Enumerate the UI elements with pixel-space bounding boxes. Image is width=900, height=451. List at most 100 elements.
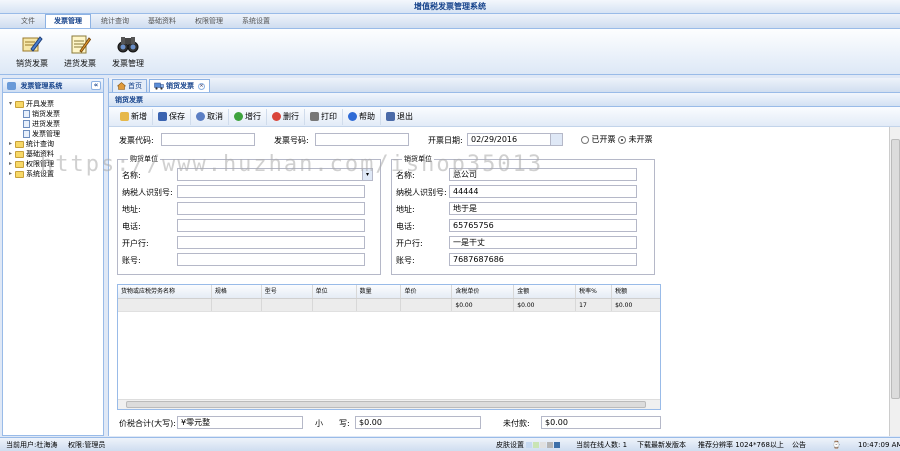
tree-node-label: 统计查询 [26, 140, 54, 148]
grid-horizontal-scrollbar[interactable] [118, 399, 660, 409]
exit-button[interactable]: 退出 [381, 109, 418, 125]
invoice-number-input[interactable] [315, 133, 409, 146]
seller-address-input[interactable] [449, 202, 637, 215]
close-tab-icon[interactable]: × [198, 82, 205, 90]
cell-amount[interactable]: $0.00 [514, 299, 577, 311]
skin-settings-label: 皮肤设置 [496, 441, 524, 449]
tab-home[interactable]: 首页 [112, 79, 147, 92]
navigation-panel: 发票管理系统 « ▾ 开具发票 销货发票 进货发票 发票管理 ▸ 统计查询 ▸ [2, 78, 104, 436]
ribbon-invoice-management-label: 发票管理 [112, 59, 144, 68]
date-value: 02/29/2016 [471, 135, 518, 144]
column-header[interactable]: 规格 [212, 285, 262, 298]
current-user: 当前用户:杜海涛 [6, 441, 58, 449]
folder-icon [15, 170, 24, 178]
cell-tax-rate[interactable]: 17 [576, 299, 613, 311]
notice-link[interactable]: 公告 [792, 438, 806, 451]
calendar-icon[interactable] [550, 134, 562, 145]
column-header[interactable]: 税率% [576, 285, 613, 298]
tree-node-invoice-management[interactable]: 发票管理 [9, 129, 103, 139]
tree-node-issue-invoice[interactable]: ▾ 开具发票 [9, 99, 103, 109]
collapse-panel-button[interactable]: « [91, 81, 101, 90]
ribbon-invoice-management-button[interactable]: 发票管理 [104, 29, 152, 73]
skin-swatch[interactable] [547, 442, 553, 448]
print-button[interactable]: 打印 [305, 108, 343, 125]
skin-swatch[interactable] [533, 442, 539, 448]
menu-permissions[interactable]: 权限管理 [186, 14, 232, 28]
seller-account-input[interactable] [449, 253, 637, 266]
skin-swatch[interactable] [554, 442, 560, 448]
seller-tax-input[interactable] [449, 185, 637, 198]
not-issued-radio[interactable]: 未开票 [618, 134, 653, 145]
issued-radio[interactable]: 已开票 [581, 134, 616, 145]
invoice-code-input[interactable] [161, 133, 255, 146]
buyer-account-label: 账号: [122, 256, 141, 265]
printer-icon [310, 112, 319, 121]
buyer-tax-label: 纳税人识别号: [122, 188, 173, 197]
add-row-button[interactable]: 增行 [229, 108, 267, 125]
scrollbar-thumb[interactable] [126, 401, 646, 408]
menu-file[interactable]: 文件 [12, 14, 44, 28]
seller-bank-input[interactable] [449, 236, 637, 249]
column-header[interactable]: 单价 [401, 285, 453, 298]
cell-tax-inclusive-price[interactable]: $0.00 [452, 299, 515, 311]
buyer-phone-input[interactable] [177, 219, 365, 232]
cell-model[interactable] [262, 299, 313, 311]
add-button[interactable]: 新增 [115, 108, 153, 125]
unpaid-input[interactable] [541, 416, 661, 429]
document-icon [23, 110, 30, 118]
cell-name[interactable] [118, 299, 212, 311]
seller-phone-input[interactable] [449, 219, 637, 232]
status-bar: 当前用户:杜海涛 权限:管理员 皮肤设置 当前在线人数: 1 下载最新发版本 推… [0, 437, 900, 451]
tree-node-purchase-invoice[interactable]: 进货发票 [9, 119, 103, 129]
cell-price[interactable] [401, 299, 453, 311]
cell-spec[interactable] [212, 299, 262, 311]
skin-swatch[interactable] [526, 442, 532, 448]
scrollbar-thumb[interactable] [891, 139, 900, 399]
column-header[interactable]: 含税单价 [452, 285, 515, 298]
date-input[interactable]: 02/29/2016 [467, 133, 563, 146]
buyer-bank-input[interactable] [177, 236, 365, 249]
tab-sales-invoice[interactable]: 销货发票 × [149, 79, 210, 92]
menu-statistics[interactable]: 统计查询 [92, 14, 138, 28]
column-header[interactable]: 税额 [612, 285, 660, 298]
exit-button-label: 退出 [397, 112, 413, 121]
help-button[interactable]: 帮助 [343, 108, 381, 125]
ribbon-sales-invoice-button[interactable]: 销货发票 [8, 29, 56, 73]
skin-swatch[interactable] [540, 442, 546, 448]
total-uppercase-input[interactable] [177, 416, 303, 429]
folder-icon [15, 160, 24, 168]
exit-door-icon [386, 112, 395, 121]
column-header[interactable]: 金额 [514, 285, 577, 298]
vertical-scrollbar[interactable] [889, 127, 900, 436]
cell-tax-amount[interactable]: $0.00 [612, 299, 660, 311]
buyer-address-input[interactable] [177, 202, 365, 215]
tree-node-sales-invoice[interactable]: 销货发票 [9, 109, 103, 119]
buyer-account-input[interactable] [177, 253, 365, 266]
menu-basic-data[interactable]: 基础资料 [139, 14, 185, 28]
menu-system-settings[interactable]: 系统设置 [233, 14, 279, 28]
form-toolbar: 新增 保存 取消 增行 删行 打印 帮助 退出 [109, 107, 900, 127]
cell-quantity[interactable] [357, 299, 402, 311]
table-row[interactable]: $0.00 $0.00 17 $0.00 [118, 299, 660, 312]
ribbon-purchase-invoice-button[interactable]: 进货发票 [56, 29, 104, 73]
delete-row-button[interactable]: 删行 [267, 108, 305, 125]
total-lowercase-input[interactable] [355, 416, 481, 429]
seller-address-label: 地址: [396, 205, 415, 214]
buyer-tax-input[interactable] [177, 185, 365, 198]
cell-unit[interactable] [313, 299, 357, 311]
cancel-button[interactable]: 取消 [191, 108, 229, 125]
document-icon [23, 120, 30, 128]
invoice-number-label: 发票号码: [274, 136, 309, 145]
column-header[interactable]: 货物或应税劳务名称 [118, 285, 212, 298]
seller-bank-label: 开户行: [396, 239, 423, 248]
column-header[interactable]: 型号 [262, 285, 313, 298]
plus-circle-icon [234, 112, 243, 121]
save-button[interactable]: 保存 [153, 108, 191, 125]
edit-pen-icon [22, 36, 43, 52]
download-latest-link[interactable]: 下载最新发版本 [637, 438, 686, 451]
menu-invoice-management[interactable]: 发票管理 [45, 14, 91, 28]
column-header[interactable]: 数量 [357, 285, 402, 298]
column-header[interactable]: 单位 [313, 285, 357, 298]
buyer-address-label: 地址: [122, 205, 141, 214]
tree-node-statistics[interactable]: ▸ 统计查询 [9, 139, 103, 149]
